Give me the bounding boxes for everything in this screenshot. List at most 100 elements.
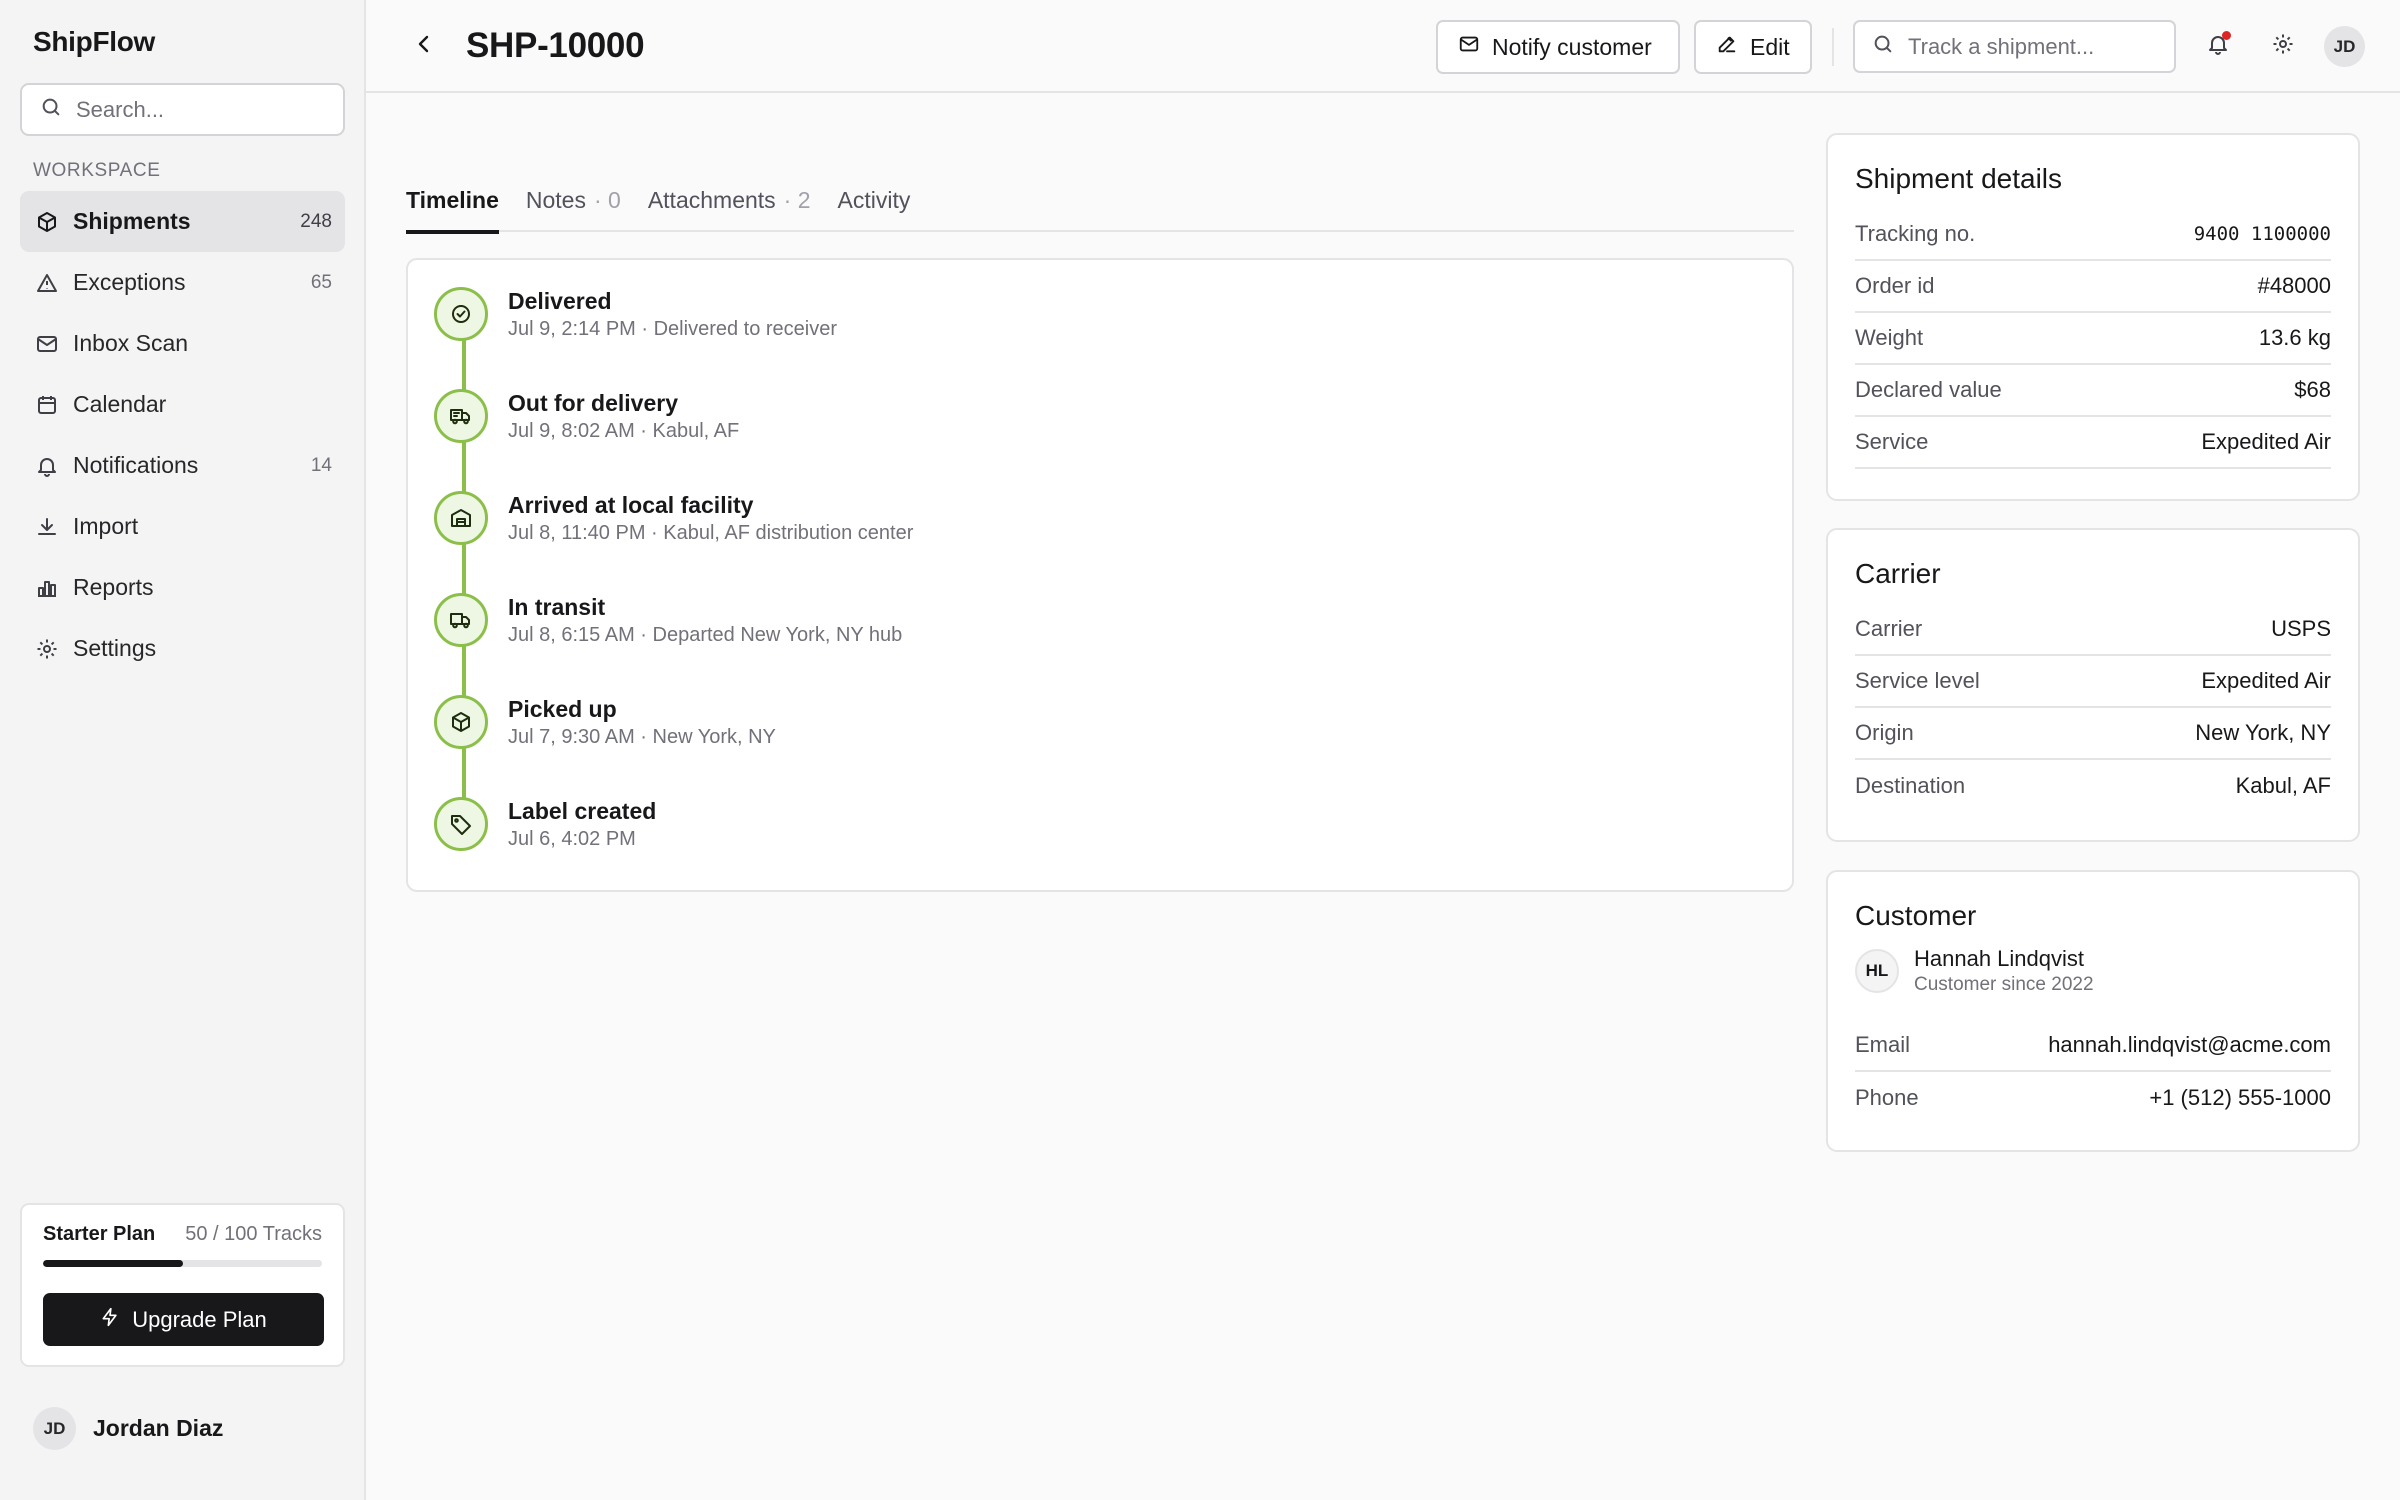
detail-row-order: Order id #48000 <box>1855 261 2331 313</box>
detail-label: Origin <box>1855 720 1914 745</box>
detail-value: Expedited Air <box>2201 429 2331 454</box>
timeline-event-title: Picked up <box>508 696 617 722</box>
carrier-card: Carrier Carrier USPS Service level Exped… <box>1826 528 2360 842</box>
detail-label: Declared value <box>1855 377 2002 402</box>
sidebar-search-input[interactable] <box>76 96 316 123</box>
detail-value: $68 <box>2294 377 2331 402</box>
sidebar-nav: Shipments 248 Exceptions 65 Inbox Scan C… <box>20 191 345 679</box>
notification-dot <box>2222 31 2231 40</box>
settings-button[interactable] <box>2263 26 2303 66</box>
tag-icon <box>434 797 488 851</box>
delivery-truck-icon <box>434 389 488 443</box>
customer-since: Customer since 2022 <box>1914 974 2094 995</box>
check-circle-icon <box>434 287 488 341</box>
timeline-event-subtitle: Jul 6, 4:02 PM <box>508 828 636 850</box>
customer-email-link[interactable]: hannah.lindqvist@acme.com <box>2048 1032 2331 1058</box>
tab-count: · 2 <box>783 186 811 213</box>
customer-phone-link[interactable]: +1 (512) 555-1000 <box>2149 1085 2331 1111</box>
detail-value: USPS <box>2271 616 2331 641</box>
carrier-row-destination: Destination Kabul, AF <box>1855 760 2331 812</box>
lightning-icon <box>100 1306 120 1334</box>
package-icon <box>434 695 488 749</box>
tab-notes[interactable]: Notes · 0 <box>526 170 621 232</box>
tab-attachments[interactable]: Attachments · 2 <box>648 170 811 232</box>
timeline-event: Arrived at local facility Jul 8, 11:40 P… <box>434 491 913 551</box>
sidebar-item-inbox-scan[interactable]: Inbox Scan <box>20 313 345 374</box>
tab-timeline[interactable]: Timeline <box>406 170 499 234</box>
detail-value: Expedited Air <box>2201 668 2331 693</box>
sidebar-item-shipments[interactable]: Shipments 248 <box>20 191 345 252</box>
timeline-event-subtitle: Jul 8, 11:40 PM · Kabul, AF distribution… <box>508 522 914 544</box>
tab-count: · 0 <box>593 186 621 213</box>
notifications-button[interactable] <box>2198 26 2238 66</box>
tracking-number: 9400 1100000 <box>2193 223 2331 245</box>
avatar: JD <box>33 1407 76 1450</box>
search-icon <box>1872 33 1894 60</box>
sidebar-item-label: Inbox Scan <box>73 330 189 356</box>
plan-usage: 50 / 100 Tracks <box>185 1223 322 1245</box>
user-profile[interactable]: JD Jordan Diaz <box>33 1407 223 1450</box>
card-title: Shipment details <box>1855 163 2063 194</box>
timeline-event-title: Out for delivery <box>508 390 678 416</box>
sidebar-item-settings[interactable]: Settings <box>20 618 345 679</box>
tab-label: Timeline <box>406 186 499 213</box>
tab-activity[interactable]: Activity <box>838 170 911 232</box>
sidebar-item-import[interactable]: Import <box>20 496 345 557</box>
timeline-event-title: Label created <box>508 798 657 824</box>
back-button[interactable] <box>406 28 442 64</box>
sidebar-item-label: Import <box>73 513 139 539</box>
sidebar-search[interactable] <box>20 83 345 136</box>
user-avatar-button[interactable]: JD <box>2324 26 2365 67</box>
edit-label: Edit <box>1750 33 1790 60</box>
avatar: HL <box>1855 949 1899 993</box>
tabs: Timeline Notes · 0 Attachments · 2 Activ… <box>406 170 1794 234</box>
upgrade-plan-label: Upgrade Plan <box>132 1306 267 1332</box>
track-shipment-search[interactable] <box>1853 20 2176 73</box>
carrier-row-carrier: Carrier USPS <box>1855 604 2331 656</box>
main-content: SHP-10000 Notify customer Edit JD <box>366 0 2400 1500</box>
timeline-event: In transit Jul 8, 6:15 AM · Departed New… <box>434 593 902 653</box>
upgrade-plan-button[interactable]: Upgrade Plan <box>43 1293 324 1346</box>
detail-row-weight: Weight 13.6 kg <box>1855 313 2331 365</box>
sidebar-item-reports[interactable]: Reports <box>20 557 345 618</box>
sidebar-item-label: Notifications <box>73 452 199 478</box>
detail-label: Service <box>1855 429 1929 454</box>
card-title: Customer <box>1855 900 1977 931</box>
detail-row-declared-value: Declared value $68 <box>1855 365 2331 417</box>
edit-button[interactable]: Edit <box>1694 20 1812 74</box>
package-icon <box>35 210 59 234</box>
plan-progress-fill <box>43 1260 183 1267</box>
shipment-details-card: Shipment details Tracking no. 9400 11000… <box>1826 133 2360 501</box>
timeline-event: Delivered Jul 9, 2:14 PM · Delivered to … <box>434 287 837 347</box>
timeline-event-title: Arrived at local facility <box>508 492 754 518</box>
sidebar-item-count: 65 <box>310 271 332 293</box>
sidebar-item-calendar[interactable]: Calendar <box>20 374 345 435</box>
calendar-icon <box>35 393 59 417</box>
mail-icon <box>1458 33 1480 61</box>
pencil-icon <box>1716 33 1738 61</box>
customer-row-phone: Phone +1 (512) 555-1000 <box>1855 1072 2331 1124</box>
tab-label: Notes <box>525 186 586 213</box>
app-logo: ShipFlow <box>33 26 156 57</box>
bell-icon <box>35 454 59 478</box>
search-icon <box>40 96 62 123</box>
detail-label: Order id <box>1855 273 1935 298</box>
sidebar-item-label: Shipments <box>73 208 191 234</box>
customer-row-email: Email hannah.lindqvist@acme.com <box>1855 1020 2331 1072</box>
sidebar-item-notifications[interactable]: Notifications 14 <box>20 435 345 496</box>
plan-card: Starter Plan 50 / 100 Tracks Upgrade Pla… <box>20 1203 345 1367</box>
detail-label: Carrier <box>1855 616 1923 641</box>
timeline-event: Label created Jul 6, 4:02 PM <box>434 797 656 857</box>
track-shipment-input[interactable] <box>1908 33 2158 60</box>
sidebar-item-exceptions[interactable]: Exceptions 65 <box>20 252 345 313</box>
detail-value: New York, NY <box>2195 720 2331 745</box>
sidebar-item-label: Calendar <box>73 391 167 417</box>
customer-identity: HL Hannah Lindqvist Customer since 2022 <box>1855 946 2331 996</box>
detail-value: Kabul, AF <box>2235 773 2331 798</box>
customer-name: Hannah Lindqvist <box>1914 946 2085 971</box>
warehouse-icon <box>434 491 488 545</box>
download-icon <box>35 515 59 539</box>
sidebar-item-count: 14 <box>310 454 332 476</box>
tab-label: Attachments <box>647 186 776 213</box>
notify-customer-button[interactable]: Notify customer <box>1436 20 1680 74</box>
